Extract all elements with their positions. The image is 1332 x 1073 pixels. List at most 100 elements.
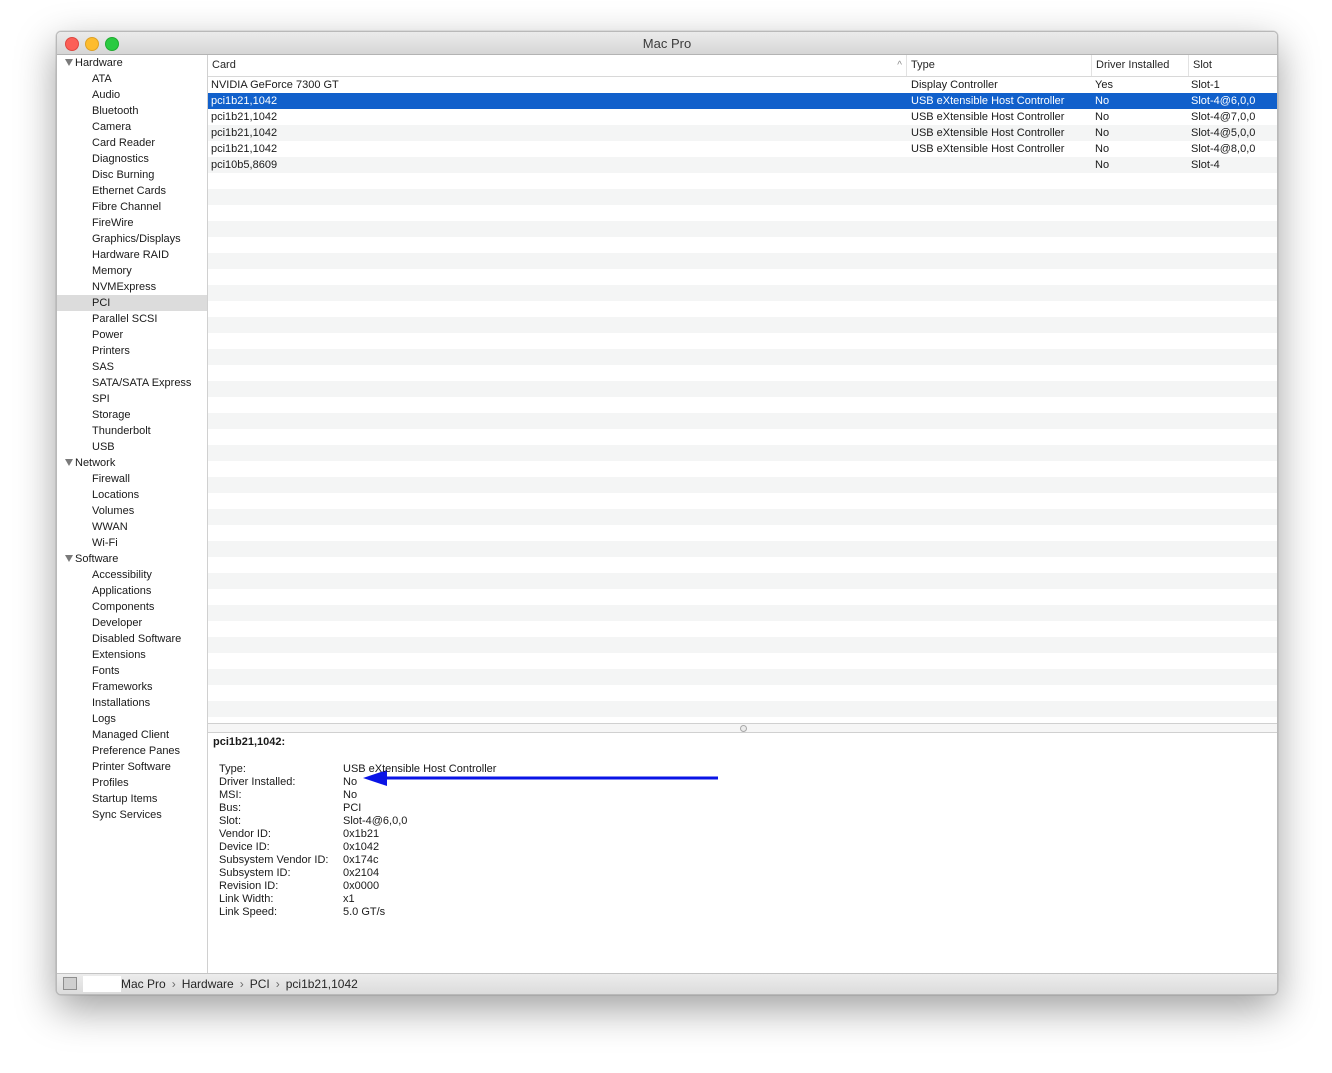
empty-table-row	[208, 301, 1277, 317]
sidebar-item-profiles[interactable]: Profiles	[57, 775, 207, 791]
sidebar-item-label: Network	[75, 457, 116, 469]
sidebar-item-nvmexpress[interactable]: NVMExpress	[57, 279, 207, 295]
sidebar-item-hardware-raid[interactable]: Hardware RAID	[57, 247, 207, 263]
empty-table-row	[208, 541, 1277, 557]
detail-title: pci1b21,1042:	[213, 736, 286, 748]
sidebar-item-firewire[interactable]: FireWire	[57, 215, 207, 231]
detail-field-value: Slot-4@6,0,0	[343, 815, 408, 827]
sidebar-item-label: Preference Panes	[92, 745, 181, 757]
sidebar-item-printers[interactable]: Printers	[57, 343, 207, 359]
disclosure-triangle-icon[interactable]	[65, 555, 73, 562]
detail-field-label: Driver Installed:	[219, 776, 296, 788]
empty-table-row	[208, 621, 1277, 637]
sidebar-item-wi-fi[interactable]: Wi-Fi	[57, 535, 207, 551]
sidebar-item-fonts[interactable]: Fonts	[57, 663, 207, 679]
column-header-type[interactable]: Type	[907, 55, 1092, 76]
sidebar-item-label: Printer Software	[92, 761, 171, 773]
column-header-driver-installed[interactable]: Driver Installed	[1092, 55, 1189, 76]
sidebar-item-graphics-displays[interactable]: Graphics/Displays	[57, 231, 207, 247]
sidebar-item-developer[interactable]: Developer	[57, 615, 207, 631]
sidebar-item-applications[interactable]: Applications	[57, 583, 207, 599]
detail-field-label: Subsystem ID:	[219, 867, 291, 879]
cell-driver: No	[1095, 95, 1110, 107]
sidebar-item-volumes[interactable]: Volumes	[57, 503, 207, 519]
table-row[interactable]: NVIDIA GeForce 7300 GT Display Controller…	[208, 77, 1277, 93]
sidebar-item-preference-panes[interactable]: Preference Panes	[57, 743, 207, 759]
disclosure-triangle-icon[interactable]	[65, 459, 73, 466]
sidebar-item-usb[interactable]: USB	[57, 439, 207, 455]
sidebar-item-bluetooth[interactable]: Bluetooth	[57, 103, 207, 119]
sidebar-item-power[interactable]: Power	[57, 327, 207, 343]
cell-type: USB eXtensible Host Controller	[911, 111, 1065, 123]
sidebar-item-disc-burning[interactable]: Disc Burning	[57, 167, 207, 183]
sidebar-item-thunderbolt[interactable]: Thunderbolt	[57, 423, 207, 439]
sidebar-section-software[interactable]: Software	[57, 551, 207, 567]
sidebar-item-label: Installations	[92, 697, 151, 709]
sidebar-item-extensions[interactable]: Extensions	[57, 647, 207, 663]
table-header: Card ^ Type Driver Installed Slot	[208, 55, 1277, 77]
column-header-slot[interactable]: Slot	[1189, 55, 1277, 76]
sidebar-item-pci[interactable]: PCI	[57, 295, 207, 311]
sidebar-item-sata-sata-express[interactable]: SATA/SATA Express	[57, 375, 207, 391]
sidebar-item-storage[interactable]: Storage	[57, 407, 207, 423]
detail-field-label: Bus:	[219, 802, 242, 814]
detail-field-value: No	[343, 789, 358, 801]
sidebar-item-managed-client[interactable]: Managed Client	[57, 727, 207, 743]
pane-splitter[interactable]	[208, 723, 1277, 733]
sidebar-item-startup-items[interactable]: Startup Items	[57, 791, 207, 807]
sidebar-item-logs[interactable]: Logs	[57, 711, 207, 727]
sidebar-item-label: Storage	[92, 409, 131, 421]
sidebar-item-sync-services[interactable]: Sync Services	[57, 807, 207, 823]
detail-field-value: USB eXtensible Host Controller	[343, 763, 497, 775]
sidebar-item-ata[interactable]: ATA	[57, 71, 207, 87]
sidebar-item-label: Developer	[92, 617, 143, 629]
breadcrumb-item[interactable]: PCI	[250, 977, 270, 991]
sidebar-item-memory[interactable]: Memory	[57, 263, 207, 279]
sidebar-section-network[interactable]: Network	[57, 455, 207, 471]
sidebar-item-label: Applications	[92, 585, 152, 597]
sidebar-item-wwan[interactable]: WWAN	[57, 519, 207, 535]
table-row[interactable]: pci1b21,1042 USB eXtensible Host Controll…	[208, 125, 1277, 141]
sidebar-item-label: Bluetooth	[92, 105, 139, 117]
disclosure-triangle-icon[interactable]	[65, 59, 73, 66]
sidebar-item-ethernet-cards[interactable]: Ethernet Cards	[57, 183, 207, 199]
chevron-right-icon: ›	[239, 977, 244, 991]
table-row[interactable]: pci10b5,8609 No Slot-4	[208, 157, 1277, 173]
empty-table-row	[208, 477, 1277, 493]
sidebar-item-label: Hardware RAID	[92, 249, 170, 261]
title-bar[interactable]: Mac Pro	[57, 32, 1277, 55]
sidebar-item-card-reader[interactable]: Card Reader	[57, 135, 207, 151]
table-row[interactable]: pci1b21,1042 USB eXtensible Host Controll…	[208, 141, 1277, 157]
breadcrumb-item[interactable]: pci1b21,1042	[286, 977, 358, 991]
sidebar-item-accessibility[interactable]: Accessibility	[57, 567, 207, 583]
pci-cards-table: Card ^ Type Driver Installed Slot NVIDIA…	[208, 55, 1277, 723]
cell-card: pci1b21,1042	[211, 143, 278, 155]
column-header-card[interactable]: Card ^	[208, 55, 907, 76]
cell-driver: No	[1095, 143, 1110, 155]
sidebar-item-installations[interactable]: Installations	[57, 695, 207, 711]
sidebar-item-disabled-software[interactable]: Disabled Software	[57, 631, 207, 647]
breadcrumb-item[interactable]: Hardware	[182, 977, 234, 991]
sidebar-item-parallel-scsi[interactable]: Parallel SCSI	[57, 311, 207, 327]
cell-type: USB eXtensible Host Controller	[911, 143, 1065, 155]
sidebar-item-camera[interactable]: Camera	[57, 119, 207, 135]
empty-table-row	[208, 173, 1277, 189]
sidebar-item-components[interactable]: Components	[57, 599, 207, 615]
sidebar-item-sas[interactable]: SAS	[57, 359, 207, 375]
empty-table-row	[208, 333, 1277, 349]
sidebar-item-diagnostics[interactable]: Diagnostics	[57, 151, 207, 167]
sidebar-item-label: Disabled Software	[92, 633, 182, 645]
sidebar-section-hardware[interactable]: Hardware	[57, 55, 207, 71]
sidebar-item-audio[interactable]: Audio	[57, 87, 207, 103]
sidebar-item-locations[interactable]: Locations	[57, 487, 207, 503]
table-row[interactable]: pci1b21,1042 USB eXtensible Host Controll…	[208, 109, 1277, 125]
sidebar-item-printer-software[interactable]: Printer Software	[57, 759, 207, 775]
sidebar-item-spi[interactable]: SPI	[57, 391, 207, 407]
breadcrumb-item[interactable]: Mac Pro	[121, 977, 166, 991]
detail-field-value: 0x0000	[343, 880, 380, 892]
table-row[interactable]: pci1b21,1042 USB eXtensible Host Controll…	[208, 93, 1277, 109]
sidebar-item-label: Memory	[92, 265, 132, 277]
sidebar-item-firewall[interactable]: Firewall	[57, 471, 207, 487]
sidebar-item-frameworks[interactable]: Frameworks	[57, 679, 207, 695]
sidebar-item-fibre-channel[interactable]: Fibre Channel	[57, 199, 207, 215]
